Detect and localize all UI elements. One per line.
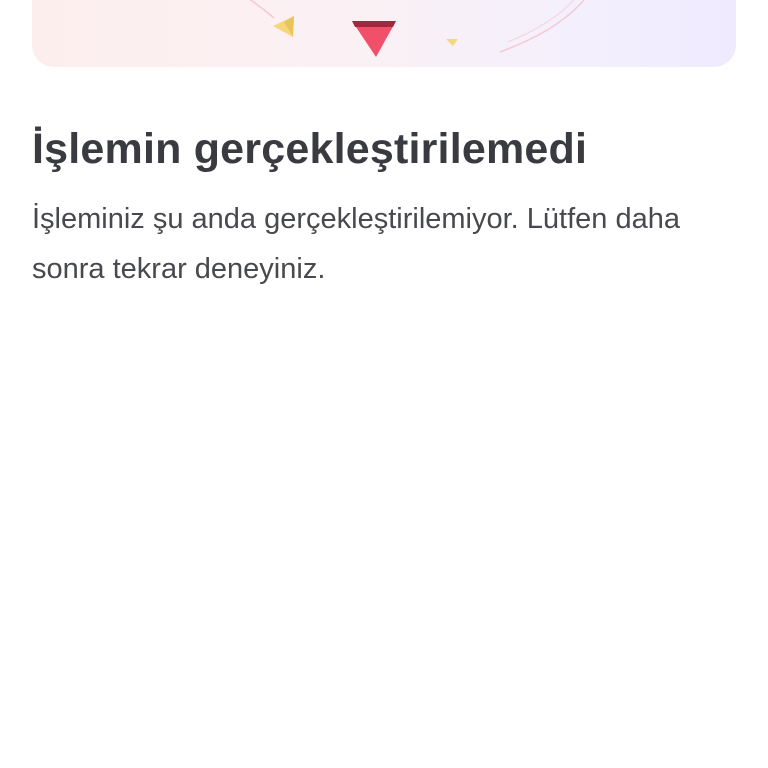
error-title: İşlemin gerçekleştirilemedi — [32, 125, 588, 173]
decorative-line — [499, 0, 585, 53]
error-illustration-icon — [249, 0, 585, 57]
decorative-line — [249, 0, 275, 19]
red-triangle-shade — [352, 21, 396, 27]
small-yellow-triangle-icon — [446, 39, 458, 46]
error-screen: İşlemin gerçekleştirilemedi İşleminiz şu… — [0, 0, 768, 768]
error-illustration-card — [32, 0, 736, 67]
error-message: İşleminiz şu anda gerçekleştirilemiyor. … — [32, 203, 680, 285]
error-content: İşlemin gerçekleştirilemedi İşleminiz şu… — [32, 118, 732, 294]
decorative-line — [507, 0, 575, 43]
